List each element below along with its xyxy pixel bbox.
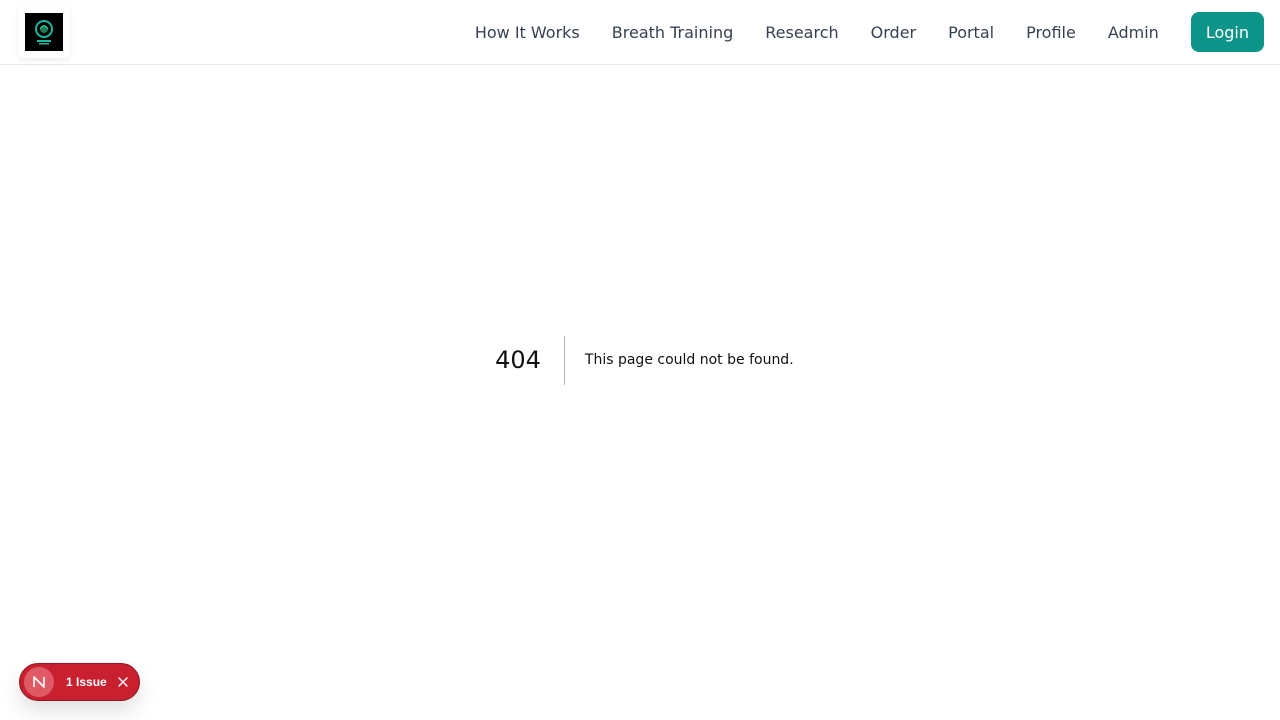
brand-logo[interactable] (18, 6, 70, 58)
brand-logo-icon (25, 13, 63, 51)
error-code: 404 (495, 336, 565, 385)
nav-breath-training[interactable]: Breath Training (612, 23, 733, 42)
main-nav: How It Works Breath Training Research Or… (475, 0, 1264, 64)
nextjs-logo-icon (33, 676, 45, 688)
nav-profile[interactable]: Profile (1026, 23, 1076, 42)
error-message: This page could not be found. (584, 352, 794, 368)
not-found-panel: 404 This page could not be found. (0, 336, 1280, 385)
nextjs-badge[interactable] (24, 667, 54, 697)
close-icon[interactable] (115, 674, 131, 690)
nav-portal[interactable]: Portal (948, 23, 994, 42)
nav-order[interactable]: Order (871, 23, 916, 42)
nav-admin[interactable]: Admin (1108, 23, 1159, 42)
login-button[interactable]: Login (1190, 12, 1264, 52)
issues-indicator[interactable]: 1 Issue (19, 663, 140, 701)
nav-research[interactable]: Research (765, 23, 838, 42)
issue-count-label[interactable]: 1 Issue (66, 675, 107, 689)
navbar: How It Works Breath Training Research Or… (0, 0, 1280, 65)
logo-graphic-icon (35, 20, 53, 45)
nav-how-it-works[interactable]: How It Works (475, 23, 580, 42)
